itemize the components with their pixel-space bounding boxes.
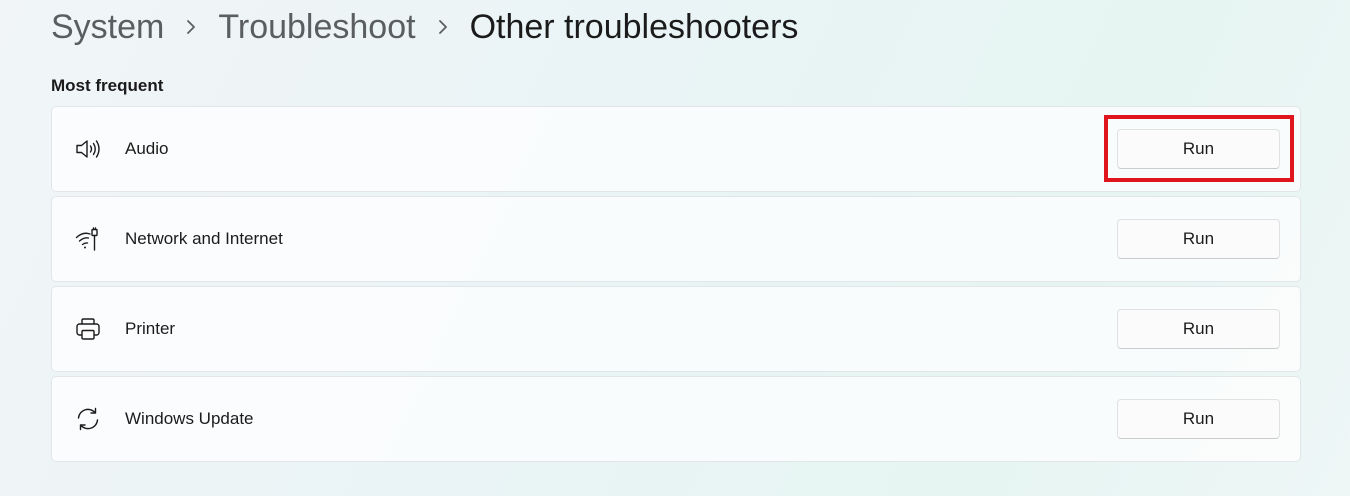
network-run-button[interactable]: Run [1117,219,1280,259]
page-title: Other troubleshooters [469,8,799,46]
troubleshooter-label: Printer [125,319,176,338]
wifi-ethernet-icon [74,225,102,253]
troubleshooter-windows-update: Windows Update Run [51,376,1301,462]
printer-run-button[interactable]: Run [1117,309,1280,349]
chevron-right-icon [416,4,470,50]
troubleshooter-list: Audio Run Network and Internet Run Print… [51,106,1301,466]
printer-icon [74,315,102,343]
breadcrumb-troubleshoot[interactable]: Troubleshoot [218,4,415,50]
troubleshooter-printer: Printer Run [51,286,1301,372]
troubleshooter-label: Audio [125,139,169,158]
section-title: Most frequent [51,76,164,95]
breadcrumb-system[interactable]: System [51,4,164,50]
audio-run-button[interactable]: Run [1117,129,1280,169]
troubleshooter-label: Windows Update [125,409,254,428]
troubleshooter-audio: Audio Run [51,106,1301,192]
sync-arrows-icon [74,405,102,433]
breadcrumb: System Troubleshoot Other troubleshooter… [51,4,798,50]
speaker-icon [74,135,102,163]
chevron-right-icon [164,4,218,50]
troubleshooter-network: Network and Internet Run [51,196,1301,282]
troubleshooter-label: Network and Internet [125,229,283,248]
windows-update-run-button[interactable]: Run [1117,399,1280,439]
